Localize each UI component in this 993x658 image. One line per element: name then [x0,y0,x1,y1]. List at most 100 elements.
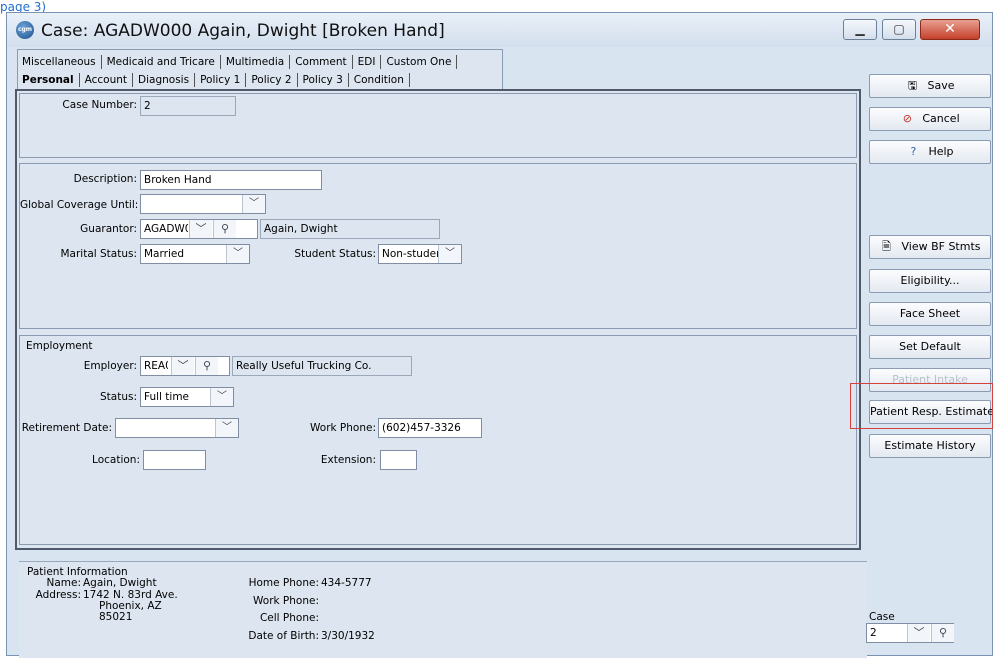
view-bf-label: View BF Stmts [901,240,981,253]
marital-status-value: Married [144,248,184,260]
maximize-button[interactable]: ▢ [882,19,916,40]
tab-personal[interactable]: Personal [17,73,80,87]
dob-label: Date of Birth: [248,630,319,642]
student-status-label: Student Status: [294,248,376,260]
extension-label: Extension: [320,454,376,466]
chevron-down-icon[interactable]: ﹀ [189,220,212,238]
home-phone-label: Home Phone: [248,577,319,589]
cell-phone-label: Cell Phone: [259,612,319,624]
address-line-3: 85021 [99,611,133,623]
case-selector[interactable]: 2 ﹀ ⚲ [866,623,954,643]
chevron-down-icon[interactable]: ﹀ [907,624,930,642]
tab-row-1: Miscellaneous Medicaid and Tricare Multime… [17,55,458,71]
personal-panel: Description: Broken Hand Global Coverage… [19,163,857,329]
tab-miscellaneous[interactable]: Miscellaneous [17,55,102,69]
dob: 3/30/1932 [321,630,375,642]
cancel-button[interactable]: ⊘ Cancel [869,107,991,131]
chevron-down-icon[interactable]: ﹀ [210,388,233,406]
save-button[interactable]: 🖫 Save [869,74,991,98]
employer-code: REA0( [144,360,168,372]
tab-custom-one[interactable]: Custom One [381,55,458,69]
help-button[interactable]: ? Help [869,140,991,164]
tab-condition[interactable]: Condition [349,73,410,87]
work-phone-label: Work Phone: [310,422,376,434]
student-status-select[interactable]: Non-studer ﹀ [378,244,462,264]
location-label: Location: [92,454,140,466]
search-icon[interactable]: ⚲ [195,357,218,375]
eligibility-button[interactable]: Eligibility... [869,269,991,293]
save-icon: 🖫 [907,79,918,92]
student-status-value: Non-studer [382,248,438,260]
maximize-icon: ▢ [893,22,905,36]
employment-status-label: Status: [100,391,137,403]
set-default-button[interactable]: Set Default [869,335,991,359]
work-phone-input[interactable]: (602)457-3326 [378,418,482,438]
title-bar[interactable]: cgm Case: AGADW000 Again, Dwight [Broken… [7,13,992,47]
chevron-down-icon[interactable]: ﹀ [171,357,194,375]
cancel-icon: ⊘ [902,112,912,125]
document-icon: 🗎 [882,240,891,253]
close-icon: ✕ [944,21,956,37]
case-selector-value: 2 [870,627,877,639]
global-coverage-label: Global Coverage Until: [20,199,139,211]
tab-multimedia[interactable]: Multimedia [221,55,291,69]
guarantor-code: AGADW00( [144,223,188,235]
minimize-icon: ▁ [855,22,865,36]
employer-select[interactable]: REA0( ﹀ ⚲ [140,356,230,376]
extension-input[interactable] [380,450,417,470]
close-button[interactable]: ✕ [920,19,980,40]
tab-comment[interactable]: Comment [290,55,353,69]
work-phone-info-label: Work Phone: [253,595,319,607]
help-icon: ? [910,145,917,158]
view-bf-stmts-button[interactable]: 🗎 View BF Stmts [869,235,991,259]
chevron-down-icon[interactable]: ﹀ [215,419,238,437]
employment-status-select[interactable]: Full time ﹀ [140,387,234,407]
marital-status-select[interactable]: Married ﹀ [140,244,250,264]
global-coverage-date-picker[interactable]: ﹀ [140,194,266,214]
location-input[interactable] [143,450,206,470]
case-selector-label: Case [869,611,895,623]
retirement-date-picker[interactable]: ﹀ [115,418,239,438]
chevron-down-icon[interactable]: ﹀ [242,195,265,213]
guarantor-name: Again, Dwight [260,219,440,239]
tab-policy-1[interactable]: Policy 1 [195,73,247,87]
home-phone: 434-5777 [321,577,372,589]
save-label: Save [927,79,955,92]
tab-edi[interactable]: EDI [353,55,382,69]
marital-status-label: Marital Status: [60,248,137,260]
address-label: Address: [35,589,81,601]
tab-medicaid-tricare[interactable]: Medicaid and Tricare [102,55,221,69]
face-sheet-button[interactable]: Face Sheet [869,302,991,326]
cancel-label: Cancel [922,112,960,125]
tab-account[interactable]: Account [80,73,134,87]
case-window: cgm Case: AGADW000 Again, Dwight [Broken… [6,12,993,658]
search-icon[interactable]: ⚲ [931,624,954,642]
guarantor-select[interactable]: AGADW00( ﹀ ⚲ [140,219,258,239]
cgm-logo-icon: cgm [16,21,34,39]
chevron-down-icon[interactable]: ﹀ [226,245,249,263]
tab-row-2: Personal Account Diagnosis Policy 1 Policy 2… [17,73,410,89]
employer-name: Really Useful Trucking Co. [232,356,412,376]
chevron-down-icon[interactable]: ﹀ [438,245,461,263]
tab-diagnosis[interactable]: Diagnosis [133,73,196,87]
highlight-box [850,383,993,429]
window-title: Case: AGADW000 Again, Dwight [Broken Han… [41,21,445,41]
description-input[interactable]: Broken Hand [140,170,322,190]
patient-info-panel: Patient Information Name: Again, Dwight … [19,561,867,658]
help-label: Help [928,145,954,158]
employment-heading: Employment [26,340,93,352]
estimate-history-button[interactable]: Estimate History [869,434,991,458]
retirement-date-label: Retirement Date: [21,422,112,434]
employer-label: Employer: [83,360,137,372]
employment-panel: Employment Employer: REA0( ﹀ ⚲ Really Us… [19,335,857,545]
minimize-button[interactable]: ▁ [843,19,877,40]
case-number-panel: Case Number: 2 [19,93,857,158]
guarantor-label: Guarantor: [80,223,137,235]
search-icon[interactable]: ⚲ [213,220,236,238]
tab-policy-2[interactable]: Policy 2 [246,73,298,87]
patient-name: Again, Dwight [83,577,157,589]
patient-name-label: Name: [46,577,81,589]
tab-policy-3[interactable]: Policy 3 [298,73,349,87]
description-label: Description: [73,173,137,185]
case-number-label: Case Number: [62,99,137,111]
